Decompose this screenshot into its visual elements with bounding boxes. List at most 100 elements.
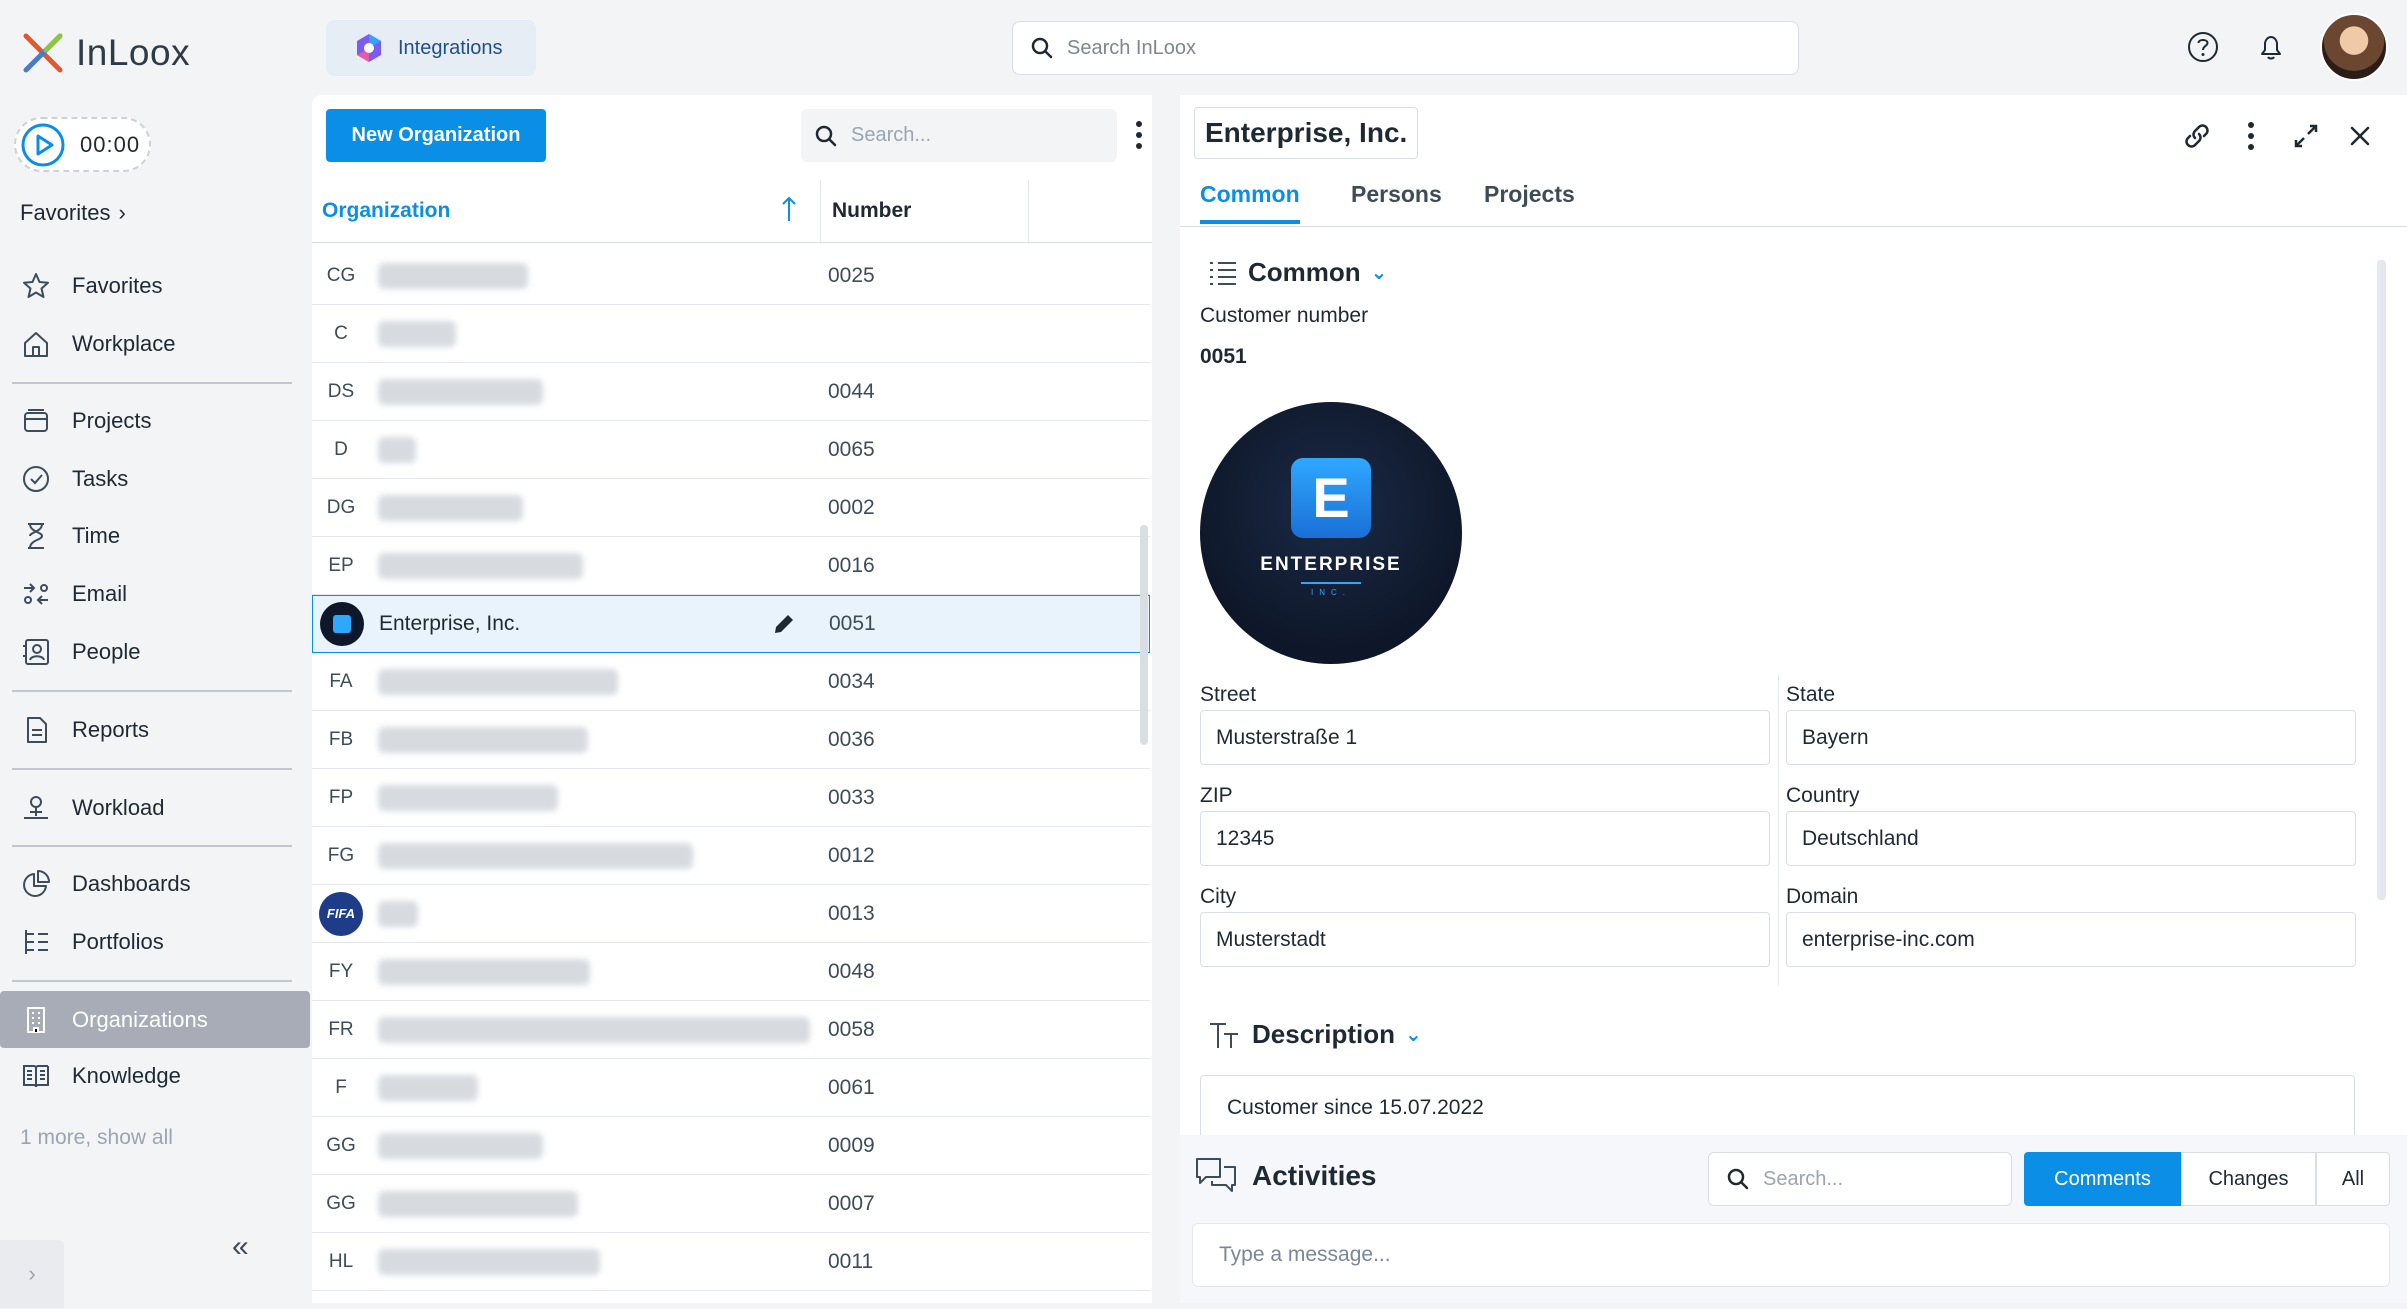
table-row[interactable]: FIFA 0013 xyxy=(312,885,1150,943)
expand-panel-icon[interactable]: › xyxy=(0,1240,64,1308)
time-tracker[interactable]: 00:00 xyxy=(14,117,151,172)
table-row[interactable]: D 0065 xyxy=(312,421,1150,479)
common-section-header[interactable]: Common ⌄ xyxy=(1208,257,1387,288)
tab-persons[interactable]: Persons xyxy=(1351,181,1442,220)
column-header-number[interactable]: Number xyxy=(832,180,911,242)
sidebar-item-knowledge[interactable]: Knowledge xyxy=(12,1049,292,1103)
list-scrollbar[interactable] xyxy=(1140,525,1148,745)
table-row[interactable]: CG 0025 xyxy=(312,247,1150,305)
table-row[interactable]: FG 0012 xyxy=(312,827,1150,885)
street-label: Street xyxy=(1200,683,1257,706)
favorites-header[interactable]: Favorites › xyxy=(20,200,126,226)
sidebar-item-email[interactable]: Email xyxy=(12,567,292,621)
street-field[interactable]: Musterstraße 1 xyxy=(1200,710,1770,765)
column-separator[interactable] xyxy=(1028,180,1029,242)
sidebar-item-label: Reports xyxy=(72,717,150,742)
table-row[interactable]: EP 0016 xyxy=(312,537,1150,595)
table-row[interactable]: GG 0007 xyxy=(312,1175,1150,1233)
contact-icon xyxy=(23,639,49,665)
close-icon[interactable] xyxy=(2345,121,2375,151)
sidebar-item-workplace[interactable]: Workplace xyxy=(12,317,292,371)
zip-field[interactable]: 12345 xyxy=(1200,811,1770,866)
sidebar-item-reports[interactable]: Reports xyxy=(12,703,292,757)
sidebar-item-projects[interactable]: Projects xyxy=(12,394,292,448)
table-row[interactable]: FY 0048 xyxy=(312,943,1150,1001)
user-avatar[interactable] xyxy=(2320,13,2388,81)
column-separator[interactable] xyxy=(820,180,821,242)
redacted-name xyxy=(378,320,456,347)
table-row[interactable]: FB 0036 xyxy=(312,711,1150,769)
show-all-link[interactable]: 1 more, show all xyxy=(20,1126,173,1150)
activities-search-placeholder: Search... xyxy=(1763,1167,1844,1190)
more-vertical-icon[interactable] xyxy=(2246,121,2256,151)
global-search-input[interactable]: Search InLoox xyxy=(1012,21,1799,75)
sidebar-item-dashboards[interactable]: Dashboards xyxy=(12,857,292,911)
sidebar-item-workload[interactable]: Workload xyxy=(12,781,292,835)
building-icon xyxy=(27,1006,45,1033)
message-input[interactable]: Type a message... xyxy=(1192,1223,2390,1287)
organization-number: 0033 xyxy=(828,785,875,809)
detail-scrollbar[interactable] xyxy=(2377,260,2386,900)
city-field[interactable]: Musterstadt xyxy=(1200,912,1770,967)
organization-number: 0051 xyxy=(829,612,876,635)
organization-initials: FA xyxy=(329,670,353,692)
workload-icon xyxy=(24,796,48,819)
sidebar-item-label: Dashboards xyxy=(72,871,191,896)
collapse-sidebar-icon[interactable]: « xyxy=(232,1230,249,1264)
organization-logo[interactable]: E ENTERPRISE INC. xyxy=(1200,402,1462,664)
integrations-button[interactable]: Integrations xyxy=(326,20,536,76)
enterprise-logo-icon xyxy=(320,602,364,646)
sidebar-item-label: Organizations xyxy=(72,1006,208,1032)
tabs-divider xyxy=(1180,226,2407,227)
filter-all-button[interactable]: All xyxy=(2316,1152,2390,1206)
column-divider xyxy=(1778,675,1779,985)
list-search-input[interactable]: Search... xyxy=(801,109,1117,162)
filter-comments-button[interactable]: Comments xyxy=(2024,1152,2181,1206)
play-icon[interactable] xyxy=(20,122,66,168)
redacted-name xyxy=(378,1074,478,1101)
sidebar-item-organizations[interactable]: Organizations xyxy=(0,991,310,1048)
organization-initials: CG xyxy=(326,264,356,286)
column-header-organization[interactable]: Organization xyxy=(322,180,822,242)
table-row[interactable]: Enterprise, Inc. 0051 xyxy=(312,595,1150,653)
link-icon[interactable] xyxy=(2182,121,2212,151)
organization-initials: EP xyxy=(328,554,354,576)
table-row[interactable]: HL 0011 xyxy=(312,1233,1150,1291)
help-icon[interactable] xyxy=(2186,30,2220,64)
sort-ascending-icon[interactable] xyxy=(781,195,797,223)
customer-number-label: Customer number xyxy=(1200,304,1369,327)
app-logo[interactable]: InLoox xyxy=(20,30,190,76)
filter-changes-button[interactable]: Changes xyxy=(2181,1152,2316,1206)
sidebar-item-people[interactable]: People xyxy=(12,625,292,679)
table-row[interactable]: DG 0002 xyxy=(312,479,1150,537)
redacted-name xyxy=(378,262,528,289)
tab-projects[interactable]: Projects xyxy=(1484,181,1575,220)
more-vertical-icon[interactable] xyxy=(1134,119,1144,151)
tab-common[interactable]: Common xyxy=(1200,181,1300,224)
expand-icon[interactable] xyxy=(2291,121,2321,151)
domain-field[interactable]: enterprise-inc.com xyxy=(1786,912,2356,967)
table-row[interactable]: FP 0033 xyxy=(312,769,1150,827)
detail-title[interactable]: Enterprise, Inc. xyxy=(1194,107,1419,159)
sidebar-item-tasks[interactable]: Tasks xyxy=(12,452,292,506)
table-row[interactable]: F 0061 xyxy=(312,1059,1150,1117)
sidebar-item-portfolios[interactable]: Portfolios xyxy=(12,915,292,969)
sidebar-item-favorites[interactable]: Favorites xyxy=(12,259,292,313)
organization-initials: FG xyxy=(327,844,355,866)
activities-search-input[interactable]: Search... xyxy=(1708,1152,2012,1206)
state-field[interactable]: Bayern xyxy=(1786,710,2356,765)
bell-icon[interactable] xyxy=(2254,30,2288,64)
pencil-icon[interactable] xyxy=(771,611,797,637)
country-field[interactable]: Deutschland xyxy=(1786,811,2356,866)
sidebar-item-time[interactable]: Time xyxy=(12,509,292,563)
organization-number: 0048 xyxy=(828,959,875,983)
table-row[interactable]: FA 0034 xyxy=(312,653,1150,711)
table-row[interactable]: C xyxy=(312,305,1150,363)
fifa-logo-icon: FIFA xyxy=(319,891,363,936)
table-row[interactable]: FR 0058 xyxy=(312,1001,1150,1059)
new-organization-button[interactable]: New Organization xyxy=(326,109,546,162)
table-row[interactable]: DS 0044 xyxy=(312,363,1150,421)
description-section-header[interactable]: Description ⌄ xyxy=(1208,1019,1422,1050)
chevron-right-icon: › xyxy=(118,200,126,225)
table-row[interactable]: GG 0009 xyxy=(312,1117,1150,1175)
